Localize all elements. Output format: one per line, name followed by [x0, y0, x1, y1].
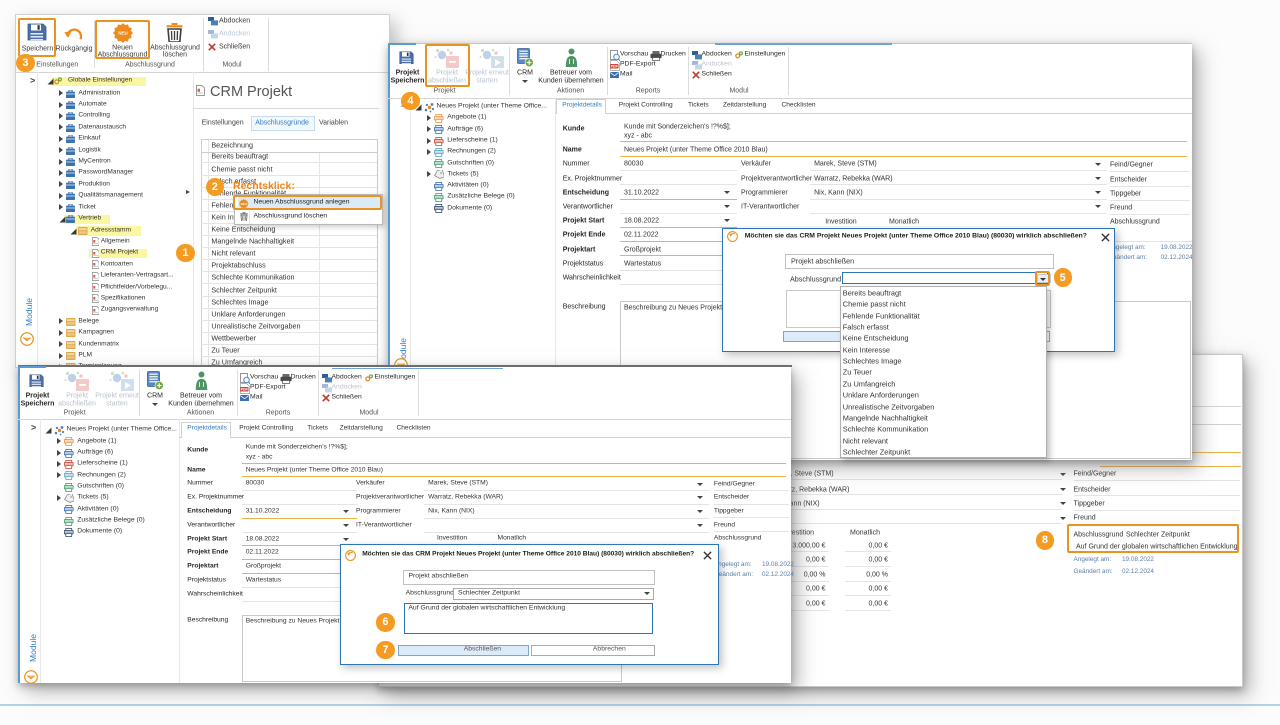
svg-text:PDF: PDF	[241, 387, 249, 391]
svg-text:PDF: PDF	[611, 64, 619, 68]
